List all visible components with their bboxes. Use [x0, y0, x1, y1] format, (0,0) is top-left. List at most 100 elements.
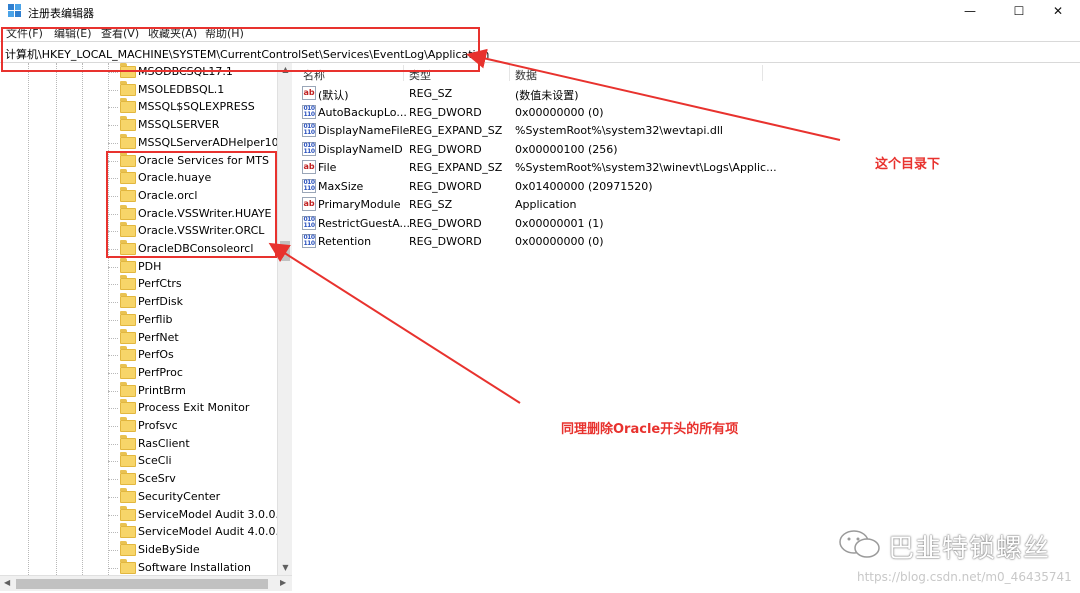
folder-icon: [120, 540, 136, 556]
watermark-name: 巴韭特锁螺丝: [888, 534, 1051, 564]
tree-guide-line: [56, 63, 57, 575]
value-type: REG_DWORD: [409, 105, 482, 119]
value-row[interactable]: 010 110 Retention REG_DWORD 0x00000000 (0): [297, 232, 1080, 250]
tree-item[interactable]: PerfOs: [108, 346, 288, 364]
tree-item-label: Perflib: [138, 312, 173, 326]
value-row[interactable]: ab File REG_EXPAND_SZ %SystemRoot%\system32…: [297, 158, 1080, 176]
tree-branch-line: [108, 107, 118, 109]
key-tree-pane[interactable]: MSODBCSQL17.1 MSOLEDBSQL.1 MSSQL$SQLEXPRES…: [0, 63, 292, 575]
tree-branch-line: [108, 567, 118, 569]
tree-item[interactable]: PerfNet: [108, 328, 288, 347]
value-row[interactable]: 010 110 AutoBackupLo... REG_DWORD 0x00000000…: [297, 103, 1080, 121]
tree-item[interactable]: MSOLEDBSQL.1: [108, 80, 288, 99]
folder-icon: [120, 293, 136, 309]
wechat-icon: [839, 530, 880, 558]
value-data: (数值未设置): [515, 89, 579, 102]
value-row[interactable]: ab (默认) REG_SZ (数值未设置): [297, 84, 1080, 102]
value-data: 0x01400000 (20971520): [515, 179, 653, 193]
scroll-left-icon[interactable]: ◀: [4, 578, 10, 587]
tree-branch-line: [108, 337, 118, 339]
directory-note: 这个目录下: [875, 157, 941, 172]
folder-icon: [120, 470, 136, 486]
tree-item[interactable]: PerfDisk: [108, 293, 288, 311]
folder-icon: [120, 257, 136, 273]
tree-item[interactable]: Software Installation: [108, 558, 288, 575]
tree-item[interactable]: ServiceModel Audit 3.0.0.0: [108, 505, 288, 524]
window-title: 注册表编辑器: [28, 7, 94, 20]
string-value-icon: ab: [302, 160, 316, 174]
tree-branch-line: [108, 302, 118, 304]
value-row[interactable]: 010 110 RestrictGuestA... REG_DWORD 0x000000…: [297, 214, 1080, 232]
folder-icon: [120, 80, 136, 96]
tree-item[interactable]: SideBySide: [108, 540, 288, 559]
scrollbar-thumb[interactable]: [16, 579, 268, 589]
minimize-button[interactable]: —: [948, 0, 992, 22]
string-value-icon: ab: [302, 197, 316, 211]
scroll-down-icon[interactable]: ▼: [281, 563, 290, 572]
tree-item-label: SecurityCenter: [138, 489, 221, 503]
folder-icon: [120, 116, 136, 132]
delete-note: 同理删除Oracle开头的所有项: [561, 422, 739, 437]
maximize-button[interactable]: ☐: [997, 0, 1041, 22]
column-header-data[interactable]: 数据: [515, 63, 537, 83]
value-type: REG_DWORD: [409, 142, 482, 156]
tree-vertical-scrollbar[interactable]: ▲ ▼: [277, 63, 292, 575]
binary-value-icon: 010 110: [302, 123, 316, 137]
value-name: PrimaryModule: [318, 198, 401, 211]
scroll-right-icon[interactable]: ▶: [280, 578, 286, 587]
watermark-url: https://blog.csdn.net/m0_46435741: [857, 570, 1072, 584]
scrollbar-thumb[interactable]: [280, 241, 290, 261]
tree-branch-line: [108, 426, 118, 427]
folder-icon: [120, 505, 136, 521]
values-pane[interactable]: 名称 类型 数据 ab (默认) REG_SZ (数值未设置) 010 110 AutoBa…: [297, 63, 1080, 593]
tree-item-label: Software Installation: [138, 560, 251, 574]
folder-icon: [120, 363, 136, 379]
regedit-app-icon: [8, 4, 21, 17]
tree-item[interactable]: SceSrv: [108, 470, 288, 488]
tree-item[interactable]: SecurityCenter: [108, 487, 288, 506]
tree-branch-line: [108, 372, 118, 374]
tree-item[interactable]: SceCli: [108, 452, 288, 470]
value-data: Application: [515, 198, 577, 211]
tree-item-label: PerfProc: [138, 365, 183, 379]
tree-item[interactable]: PerfCtrs: [108, 275, 288, 293]
value-row[interactable]: 010 110 DisplayNameID REG_DWORD 0x00000100 (…: [297, 140, 1080, 158]
value-row[interactable]: 010 110 DisplayNameFile REG_EXPAND_SZ %Syste…: [297, 121, 1080, 139]
binary-value-icon: 010 110: [302, 215, 316, 230]
close-button[interactable]: ✕: [1036, 0, 1080, 22]
tree-horizontal-scrollbar[interactable]: ◀ ▶: [0, 575, 292, 591]
value-name: AutoBackupLo...: [318, 105, 407, 119]
tree-branch-line: [108, 514, 118, 516]
folder-icon: [120, 328, 136, 344]
tree-item[interactable]: RasClient: [108, 434, 288, 453]
column-separator[interactable]: [762, 65, 763, 81]
value-name: File: [318, 161, 337, 174]
value-type: REG_DWORD: [409, 179, 482, 193]
string-value-icon: ab: [302, 86, 316, 100]
tree-item[interactable]: Process Exit Monitor: [108, 399, 288, 417]
tree-item[interactable]: PDH: [108, 257, 288, 276]
value-type: REG_DWORD: [409, 216, 482, 230]
value-name: (默认): [318, 89, 349, 102]
column-separator[interactable]: [509, 65, 510, 81]
tree-item[interactable]: Perflib: [108, 310, 288, 329]
tree-branch-line: [108, 125, 118, 127]
value-row[interactable]: 010 110 MaxSize REG_DWORD 0x01400000 (209715…: [297, 177, 1080, 195]
value-row[interactable]: ab PrimaryModule REG_SZ Application: [297, 195, 1080, 213]
tree-item[interactable]: ServiceModel Audit 4.0.0.0: [108, 523, 288, 541]
tree-branch-line: [108, 408, 118, 410]
tree-item[interactable]: MSSQLSERVER: [108, 116, 288, 134]
tree-item[interactable]: MSSQLServerADHelper100: [108, 133, 288, 152]
value-type: REG_SZ: [409, 87, 453, 100]
tree-item[interactable]: Profsvc: [108, 417, 288, 435]
tree-item[interactable]: PerfProc: [108, 363, 288, 382]
tree-item[interactable]: MSSQL$SQLEXPRESS: [108, 98, 288, 116]
folder-icon: [120, 98, 136, 114]
tree-item[interactable]: PrintBrm: [108, 381, 288, 400]
tree-item-label: SceCli: [138, 454, 172, 468]
folder-icon: [120, 558, 136, 574]
tree-branch-line: [108, 390, 118, 392]
tree-branch-line: [108, 355, 118, 357]
binary-value-icon: 010 110: [302, 178, 316, 193]
tree-item-label: SceSrv: [138, 472, 176, 486]
